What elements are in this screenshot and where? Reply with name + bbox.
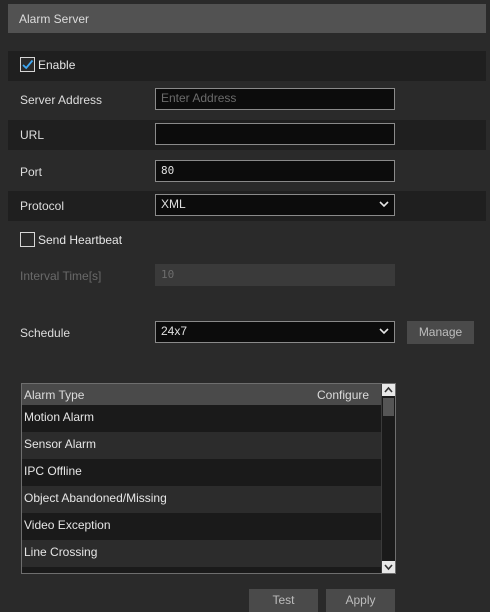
schedule-label: Schedule <box>20 326 71 340</box>
url-label: URL <box>20 128 45 142</box>
port-label: Port <box>20 165 43 179</box>
url-input[interactable] <box>155 123 395 145</box>
checkbox-checked-icon <box>20 57 35 72</box>
send-heartbeat-row: Send Heartbeat <box>8 226 486 256</box>
table-row[interactable]: Video Exception <box>22 513 381 540</box>
schedule-row: Schedule 24x7 Manage <box>8 318 486 348</box>
column-configure: Configure <box>317 388 370 402</box>
protocol-label: Protocol <box>20 199 65 213</box>
column-alarm-type: Alarm Type <box>24 388 85 402</box>
send-heartbeat-checkbox[interactable]: Send Heartbeat <box>20 232 122 247</box>
interval-time-row: Interval Time[s] 10 <box>8 261 486 291</box>
scroll-up-icon[interactable] <box>382 384 395 396</box>
port-row: Port 80 <box>8 157 486 187</box>
scroll-down-icon[interactable] <box>382 561 395 573</box>
send-heartbeat-label: Send Heartbeat <box>38 232 123 247</box>
enable-label: Enable <box>38 57 76 72</box>
window-title: Alarm Server <box>8 4 486 33</box>
table-row[interactable]: Line Crossing <box>22 540 381 567</box>
enable-row: Enable <box>8 51 486 81</box>
manage-button[interactable]: Manage <box>407 321 474 344</box>
chevron-down-icon <box>379 201 389 208</box>
table-scrollbar[interactable] <box>381 384 395 573</box>
alarm-server-panel: Enable Server Address Enter Address URL … <box>8 33 486 612</box>
interval-time-input: 10 <box>155 264 395 286</box>
test-button[interactable]: Test <box>249 589 318 612</box>
url-row: URL <box>8 120 486 150</box>
server-address-label: Server Address <box>20 93 103 107</box>
scroll-thumb[interactable] <box>383 398 394 416</box>
alarm-type-table: Alarm Type Configure Motion Alarm Sensor… <box>21 383 396 574</box>
table-row[interactable]: Sensor Alarm <box>22 432 381 459</box>
protocol-row: Protocol XML <box>8 191 486 221</box>
protocol-select[interactable]: XML <box>155 194 395 216</box>
interval-time-label: Interval Time[s] <box>20 269 102 283</box>
checkbox-empty-icon <box>20 232 35 247</box>
server-address-row: Server Address Enter Address <box>8 85 486 115</box>
schedule-value: 24x7 <box>161 324 188 338</box>
protocol-value: XML <box>161 197 186 211</box>
table-row[interactable]: IPC Offline <box>22 459 381 486</box>
enable-checkbox[interactable]: Enable <box>20 57 75 72</box>
table-header: Alarm Type Configure <box>22 384 381 405</box>
schedule-select[interactable]: 24x7 <box>155 321 395 343</box>
table-row[interactable]: Motion Alarm <box>22 405 381 432</box>
port-input[interactable]: 80 <box>155 160 395 182</box>
server-address-input[interactable]: Enter Address <box>155 88 395 110</box>
chevron-down-icon <box>379 328 389 335</box>
table-row[interactable]: Object Abandoned/Missing <box>22 486 381 513</box>
apply-button[interactable]: Apply <box>326 589 395 612</box>
